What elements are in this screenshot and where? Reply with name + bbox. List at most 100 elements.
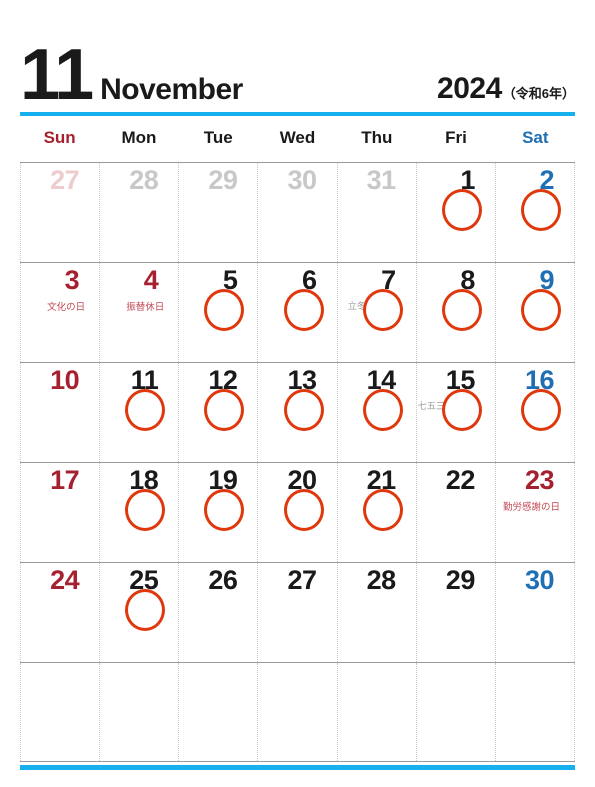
day-cell-29[interactable]: 29 <box>417 563 496 662</box>
month-number: 11 <box>20 35 94 116</box>
day-number: 4 <box>143 265 159 295</box>
circle-mark-icon[interactable] <box>204 489 245 531</box>
day-number: 29 <box>445 565 476 595</box>
circle-mark-icon[interactable] <box>441 389 482 431</box>
circle-mark-icon[interactable] <box>520 189 561 231</box>
day-number: 27 <box>50 165 80 195</box>
day-cell-28[interactable]: 28 <box>100 163 180 262</box>
circle-mark-icon[interactable] <box>283 389 324 431</box>
header-accent-rule <box>20 112 575 116</box>
day-number: 26 <box>208 565 238 595</box>
day-cell-20[interactable]: 20 <box>258 463 338 562</box>
day-cell-10[interactable]: 10 <box>20 363 101 462</box>
weekday-header-row: Sun Mon Tue Wed Thu Fri Sat <box>20 128 575 156</box>
day-cell-15[interactable]: 15 七五三 <box>417 363 496 462</box>
circle-mark-icon[interactable] <box>204 289 245 331</box>
day-cell-30[interactable]: 30 <box>496 563 575 662</box>
weekday-label-thu: Thu <box>361 128 393 147</box>
day-cell-empty[interactable] <box>258 663 338 761</box>
day-cell-16[interactable]: 16 <box>496 363 575 462</box>
calendar-week-row: 24 25 26 27 28 29 30 <box>20 563 575 663</box>
year-era-label: （令和6年） <box>502 86 575 101</box>
day-cell-7[interactable]: 7 立冬 <box>338 263 417 362</box>
circle-mark-icon[interactable] <box>441 189 482 231</box>
weekday-label-wed: Wed <box>279 128 316 147</box>
day-number: 3 <box>64 265 80 295</box>
day-number: 28 <box>129 165 159 195</box>
day-cell-empty[interactable] <box>417 663 496 761</box>
holiday-label: 勤労感謝の日 <box>502 502 560 513</box>
calendar-week-row: 27 28 29 30 31 1 2 <box>20 163 575 263</box>
calendar-grid: 27 28 29 30 31 1 2 3 文化の日 4 振替休日 5 6 7 立冬 8 9 10 11 12 13 14 1… <box>20 162 575 762</box>
day-number: 22 <box>445 465 476 495</box>
day-cell-13[interactable]: 13 <box>258 363 338 462</box>
day-number: 30 <box>287 165 318 195</box>
day-cell-14[interactable]: 14 <box>338 363 417 462</box>
calendar-week-row: 17 18 19 20 21 22 23 勤労感謝の日 <box>20 463 575 563</box>
day-cell-31[interactable]: 31 <box>338 163 417 262</box>
day-cell-22[interactable]: 22 <box>417 463 496 562</box>
day-cell-19[interactable]: 19 <box>179 463 259 562</box>
day-cell-27[interactable]: 27 <box>258 563 338 662</box>
seasonal-term-label: 七五三 <box>417 402 445 412</box>
day-cell-8[interactable]: 8 <box>417 263 496 362</box>
footer-accent-bar <box>20 765 575 770</box>
day-number: 30 <box>524 565 555 595</box>
circle-mark-icon[interactable] <box>283 289 324 331</box>
circle-mark-icon[interactable] <box>520 289 561 331</box>
day-cell-1[interactable]: 1 <box>417 163 496 262</box>
weekday-label-sun: Sun <box>43 128 76 147</box>
day-cell-23[interactable]: 23 勤労感謝の日 <box>496 463 575 562</box>
day-cell-3[interactable]: 3 文化の日 <box>20 263 101 362</box>
day-cell-9[interactable]: 9 <box>496 263 575 362</box>
day-number: 23 <box>524 465 555 495</box>
day-cell-25[interactable]: 25 <box>100 563 180 662</box>
calendar-page: 11 November 2024 （令和6年） Sun Mon Tue Wed Thu F… <box>0 0 595 787</box>
circle-mark-icon[interactable] <box>520 389 561 431</box>
day-cell-30[interactable]: 30 <box>258 163 338 262</box>
circle-mark-icon[interactable] <box>125 589 166 631</box>
day-cell-empty[interactable] <box>496 663 575 761</box>
day-cell-6[interactable]: 6 <box>258 263 338 362</box>
month-title: 11 November <box>20 35 243 116</box>
circle-mark-icon[interactable] <box>362 389 403 431</box>
circle-mark-icon[interactable] <box>204 389 245 431</box>
day-cell-empty[interactable] <box>179 663 259 761</box>
day-number: 24 <box>50 565 80 595</box>
day-cell-empty[interactable] <box>20 663 101 761</box>
day-cell-21[interactable]: 21 <box>338 463 417 562</box>
day-number: 31 <box>366 165 397 195</box>
weekday-label-sat: Sat <box>522 128 549 147</box>
day-cell-4[interactable]: 4 振替休日 <box>100 263 180 362</box>
circle-mark-icon[interactable] <box>362 289 403 331</box>
circle-mark-icon[interactable] <box>125 389 166 431</box>
calendar-week-row <box>20 663 575 762</box>
circle-mark-icon[interactable] <box>283 489 324 531</box>
day-cell-18[interactable]: 18 <box>100 463 180 562</box>
year-number: 2024 <box>437 72 502 105</box>
day-number: 28 <box>366 565 397 595</box>
weekday-label-fri: Fri <box>445 128 467 147</box>
calendar-header: 11 November 2024 （令和6年） <box>20 24 575 116</box>
day-cell-27[interactable]: 27 <box>20 163 101 262</box>
circle-mark-icon[interactable] <box>441 289 482 331</box>
day-cell-17[interactable]: 17 <box>20 463 101 562</box>
day-number: 29 <box>208 165 238 195</box>
day-cell-24[interactable]: 24 <box>20 563 101 662</box>
year-title: 2024 （令和6年） <box>437 72 575 106</box>
day-cell-26[interactable]: 26 <box>179 563 259 662</box>
calendar-week-row: 10 11 12 13 14 15 七五三 16 <box>20 363 575 463</box>
day-cell-empty[interactable] <box>100 663 180 761</box>
day-number: 10 <box>50 365 80 395</box>
day-cell-11[interactable]: 11 <box>100 363 180 462</box>
day-cell-empty[interactable] <box>338 663 417 761</box>
calendar-week-row: 3 文化の日 4 振替休日 5 6 7 立冬 8 9 <box>20 263 575 363</box>
day-cell-28[interactable]: 28 <box>338 563 417 662</box>
circle-mark-icon[interactable] <box>362 489 403 531</box>
day-cell-5[interactable]: 5 <box>179 263 259 362</box>
circle-mark-icon[interactable] <box>125 489 166 531</box>
day-cell-2[interactable]: 2 <box>496 163 575 262</box>
day-cell-12[interactable]: 12 <box>179 363 259 462</box>
holiday-label: 文化の日 <box>47 302 86 313</box>
day-cell-29[interactable]: 29 <box>179 163 259 262</box>
